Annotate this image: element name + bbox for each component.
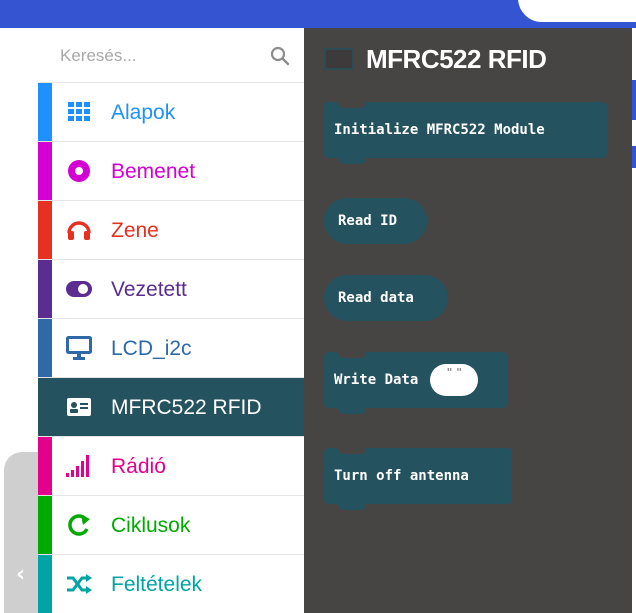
category-label: Rádió (111, 455, 166, 478)
block-label: Read data (338, 290, 414, 306)
category-color-bar (38, 201, 52, 259)
category-feltetelek[interactable]: Feltételek (38, 555, 304, 613)
id-card-icon (66, 395, 92, 419)
block-label: Initialize MFRC522 Module (334, 122, 545, 138)
block-turn-off-antenna[interactable]: Turn off antenna (324, 448, 512, 510)
workspace-block-fragment (632, 80, 636, 120)
category-color-bar (38, 142, 52, 200)
monitor-icon (66, 336, 92, 360)
category-label: LCD_i2c (111, 337, 192, 360)
category-bemenet[interactable]: Bemenet (38, 142, 304, 201)
flyout-title: MFRC522 RFID (366, 43, 547, 74)
workspace-edge (632, 28, 636, 613)
category-icon (324, 48, 354, 70)
block-read-id[interactable]: Read ID (324, 198, 427, 244)
category-color-bar (38, 83, 52, 141)
search-icon[interactable] (270, 46, 290, 66)
search-input[interactable] (38, 28, 304, 83)
headphones-icon (66, 218, 92, 242)
shuffle-icon (66, 572, 92, 596)
block-write-data[interactable]: Write Data " " (324, 352, 507, 414)
string-input[interactable]: " " (430, 364, 479, 396)
category-color-bar (38, 378, 52, 436)
block-label: Turn off antenna (334, 468, 469, 484)
signal-bars-icon (66, 454, 92, 478)
category-lcd-i2c[interactable]: LCD_i2c (38, 319, 304, 378)
category-label: Ciklusok (111, 514, 191, 537)
category-label: Zene (111, 219, 159, 242)
grid-icon (66, 100, 92, 124)
category-label: Alapok (111, 101, 176, 124)
collapse-toolbox-button[interactable]: ‹ (4, 452, 38, 613)
toolbox-sidebar: Alapok Bemenet Zene Vezetett (38, 28, 304, 613)
category-vezetett[interactable]: Vezetett (38, 260, 304, 319)
chevron-left-icon: ‹ (16, 562, 26, 587)
category-color-bar (38, 437, 52, 495)
category-color-bar (38, 555, 52, 613)
flyout-header: MFRC522 RFID (324, 42, 547, 76)
category-mfrc522-rfid[interactable]: MFRC522 RFID (38, 378, 304, 437)
category-radio[interactable]: Rádió (38, 437, 304, 496)
block-label: Write Data (334, 372, 419, 388)
workspace-block-fragment (632, 146, 636, 168)
block-label: Read ID (338, 213, 398, 229)
loop-icon (66, 513, 92, 537)
top-bar (0, 0, 636, 28)
toggle-icon (66, 277, 92, 301)
search-box (38, 28, 304, 83)
category-zene[interactable]: Zene (38, 201, 304, 260)
block-flyout: MFRC522 RFID Initialize MFRC522 Module R… (304, 28, 632, 613)
category-label: MFRC522 RFID (111, 396, 262, 419)
category-color-bar (38, 260, 52, 318)
top-tab[interactable] (516, 0, 636, 24)
block-read-data[interactable]: Read data (324, 275, 448, 321)
category-alapok[interactable]: Alapok (38, 83, 304, 142)
category-color-bar (38, 319, 52, 377)
block-initialize-module[interactable]: Initialize MFRC522 Module (324, 102, 607, 164)
category-label: Vezetett (111, 278, 187, 301)
category-color-bar (38, 496, 52, 554)
category-label: Bemenet (111, 160, 196, 183)
category-label: Feltételek (111, 573, 203, 596)
category-ciklusok[interactable]: Ciklusok (38, 496, 304, 555)
circle-dot-icon (66, 159, 92, 183)
